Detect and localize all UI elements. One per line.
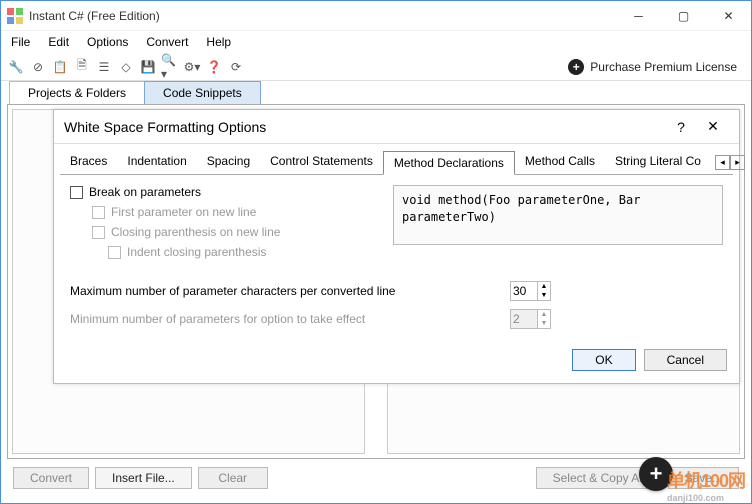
help-icon[interactable]: ❓ <box>205 58 223 76</box>
chevron-down-icon[interactable]: ▼ <box>538 291 550 300</box>
plus-icon: + <box>568 59 584 75</box>
maximize-button[interactable]: ▢ <box>661 1 706 31</box>
ok-button[interactable]: OK <box>572 349 635 371</box>
first-parameter-label: First parameter on new line <box>111 205 256 219</box>
dialog-close-button[interactable]: ✕ <box>697 118 729 135</box>
document-icon[interactable]: 🗎 <box>73 58 91 76</box>
max-chars-label: Maximum number of parameter characters p… <box>70 284 510 298</box>
dialog-help-button[interactable]: ? <box>665 119 697 135</box>
wrench-icon[interactable]: 🔧 <box>7 58 25 76</box>
list-icon[interactable]: ☰ <box>95 58 113 76</box>
eraser-icon[interactable]: ◇ <box>117 58 135 76</box>
menu-edit[interactable]: Edit <box>48 35 69 49</box>
insert-file-button[interactable]: Insert File... <box>95 467 192 489</box>
closing-paren-label: Closing parenthesis on new line <box>111 225 280 239</box>
tab-scroll-left[interactable]: ◂ <box>715 155 730 170</box>
chevron-up-icon[interactable]: ▲ <box>538 282 550 291</box>
tab-scroll-right[interactable]: ▸ <box>730 155 745 170</box>
min-params-spinner: ▲▼ <box>510 309 551 329</box>
first-parameter-checkbox <box>92 206 105 219</box>
gear-icon[interactable]: ⚙▾ <box>183 58 201 76</box>
save-icon[interactable]: 💾 <box>139 58 157 76</box>
search-icon[interactable]: 🔍▾ <box>161 58 179 76</box>
window-title: Instant C# (Free Edition) <box>29 9 616 23</box>
tab-braces[interactable]: Braces <box>60 150 117 174</box>
min-params-label: Minimum number of parameters for option … <box>70 312 510 326</box>
tab-method-calls[interactable]: Method Calls <box>515 150 605 174</box>
chevron-down-icon: ▼ <box>538 319 550 328</box>
minimize-button[interactable]: ─ <box>616 1 661 31</box>
menu-options[interactable]: Options <box>87 35 128 49</box>
purchase-link[interactable]: + Purchase Premium License <box>568 59 745 75</box>
app-logo <box>7 8 23 24</box>
menu-help[interactable]: Help <box>206 35 231 49</box>
tab-code-snippets[interactable]: Code Snippets <box>144 81 261 104</box>
cancel-button[interactable]: Cancel <box>644 349 727 371</box>
refresh-icon[interactable]: ⟳ <box>227 58 245 76</box>
menu-convert[interactable]: Convert <box>146 35 188 49</box>
clear-button[interactable]: Clear <box>198 467 268 489</box>
tab-method-declarations[interactable]: Method Declarations <box>383 151 515 175</box>
formatting-dialog: White Space Formatting Options ? ✕ Brace… <box>53 109 740 384</box>
convert-button[interactable]: Convert <box>13 467 89 489</box>
preview-box: void method(Foo parameterOne, Bar parame… <box>393 185 723 245</box>
dialog-title: White Space Formatting Options <box>64 119 665 135</box>
tab-projects-folders[interactable]: Projects & Folders <box>9 81 145 104</box>
tab-spacing[interactable]: Spacing <box>197 150 260 174</box>
break-on-parameters-checkbox[interactable] <box>70 186 83 199</box>
min-params-input <box>511 310 537 328</box>
chevron-up-icon: ▲ <box>538 310 550 319</box>
watermark: 单机100网 danji100.com <box>667 467 745 503</box>
break-on-parameters-label: Break on parameters <box>89 185 201 199</box>
purchase-label: Purchase Premium License <box>590 60 737 74</box>
tab-indentation[interactable]: Indentation <box>117 150 196 174</box>
closing-paren-checkbox <box>92 226 105 239</box>
tab-string-literal[interactable]: String Literal Co <box>605 150 711 174</box>
cancel-icon[interactable]: ⊘ <box>29 58 47 76</box>
max-chars-spinner[interactable]: ▲▼ <box>510 281 551 301</box>
clipboard-icon[interactable]: 📋 <box>51 58 69 76</box>
menu-file[interactable]: File <box>11 35 30 49</box>
max-chars-input[interactable] <box>511 282 537 300</box>
indent-closing-label: Indent closing parenthesis <box>127 245 266 259</box>
tab-control-statements[interactable]: Control Statements <box>260 150 383 174</box>
close-button[interactable]: ✕ <box>706 1 751 31</box>
indent-closing-checkbox <box>108 246 121 259</box>
